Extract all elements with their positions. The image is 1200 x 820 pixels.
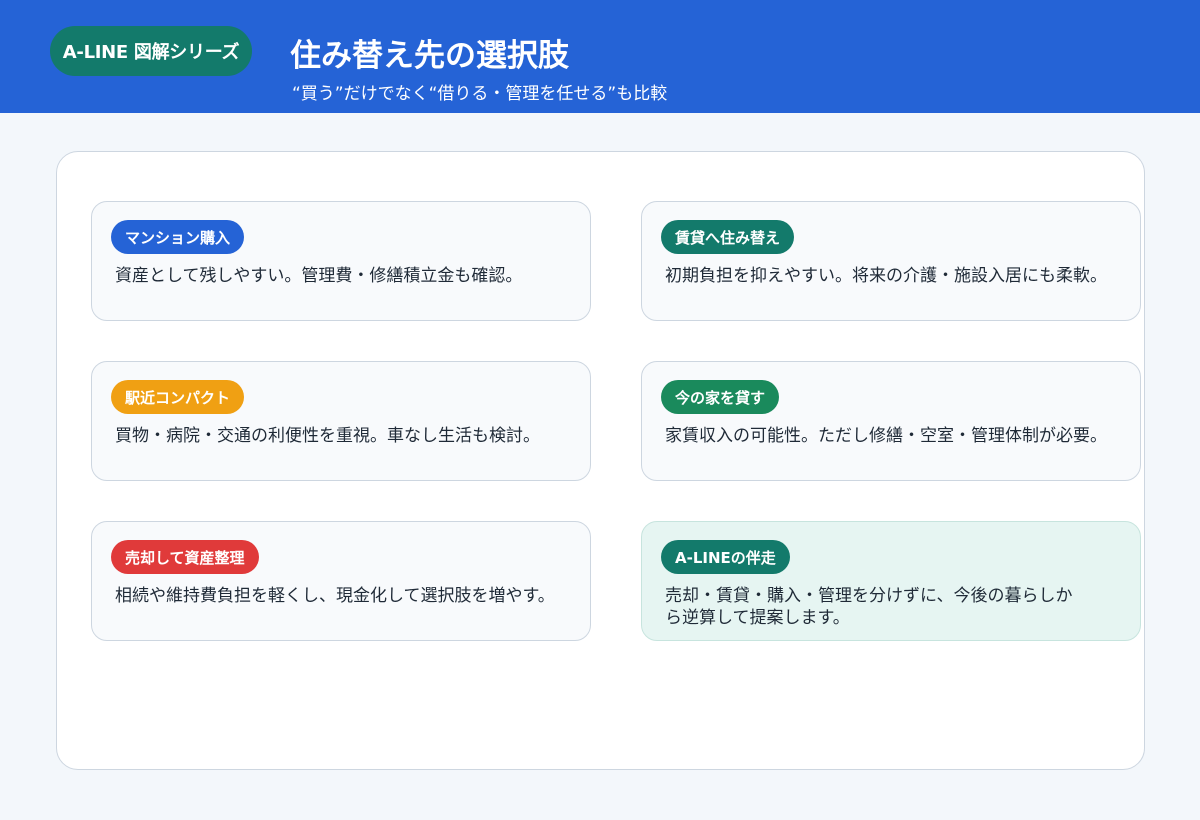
- option-description: 買物・病院・交通の利便性を重視。車なし生活も検討。: [115, 426, 540, 446]
- page-subtitle: “買う”だけでなく“借りる・管理を任せる”も比較: [292, 84, 668, 104]
- option-card-rental-move: 賃貸へ住み替え 初期負担を抑えやすい。将来の介護・施設入居にも柔軟。: [641, 201, 1141, 321]
- option-tag: 賃貸へ住み替え: [661, 220, 795, 254]
- option-tag: 売却して資産整理: [111, 540, 259, 574]
- option-tag: 今の家を貸す: [661, 380, 780, 414]
- option-card-sell-assets: 売却して資産整理 相続や維持費負担を軽くし、現金化して選択肢を増やす。: [91, 521, 591, 641]
- option-card-lease-home: 今の家を貸す 家賃収入の可能性。ただし修繕・空室・管理体制が必要。: [641, 361, 1141, 481]
- option-tag: 駅近コンパクト: [111, 380, 245, 414]
- option-description: 売却・賃貸・購入・管理を分けずに、今後の暮らしから逆算して提案します。: [665, 586, 1073, 628]
- option-card-condo-purchase: マンション購入 資産として残しやすい。管理費・修繕積立金も確認。: [91, 201, 591, 321]
- page-title: 住み替え先の選択肢: [290, 38, 569, 74]
- option-card-station-compact: 駅近コンパクト 買物・病院・交通の利便性を重視。車なし生活も検討。: [91, 361, 591, 481]
- header-bar: A-LINE 図解シリーズ 住み替え先の選択肢 “買う”だけでなく“借りる・管理…: [0, 0, 1200, 113]
- option-card-aline-support: A-LINEの伴走 売却・賃貸・購入・管理を分けずに、今後の暮らしから逆算して提…: [641, 521, 1141, 641]
- option-description: 相続や維持費負担を軽くし、現金化して選択肢を増やす。: [115, 586, 555, 606]
- option-description: 家賃収入の可能性。ただし修繕・空室・管理体制が必要。: [665, 426, 1107, 446]
- option-description: 資産として残しやすい。管理費・修繕積立金も確認。: [115, 266, 523, 286]
- series-badge: A-LINE 図解シリーズ: [50, 26, 252, 76]
- option-description: 初期負担を抑えやすい。将来の介護・施設入居にも柔軟。: [665, 266, 1107, 286]
- option-tag: マンション購入: [111, 220, 245, 254]
- option-tag: A-LINEの伴走: [661, 540, 790, 574]
- options-panel: マンション購入 資産として残しやすい。管理費・修繕積立金も確認。 賃貸へ住み替え…: [56, 151, 1145, 770]
